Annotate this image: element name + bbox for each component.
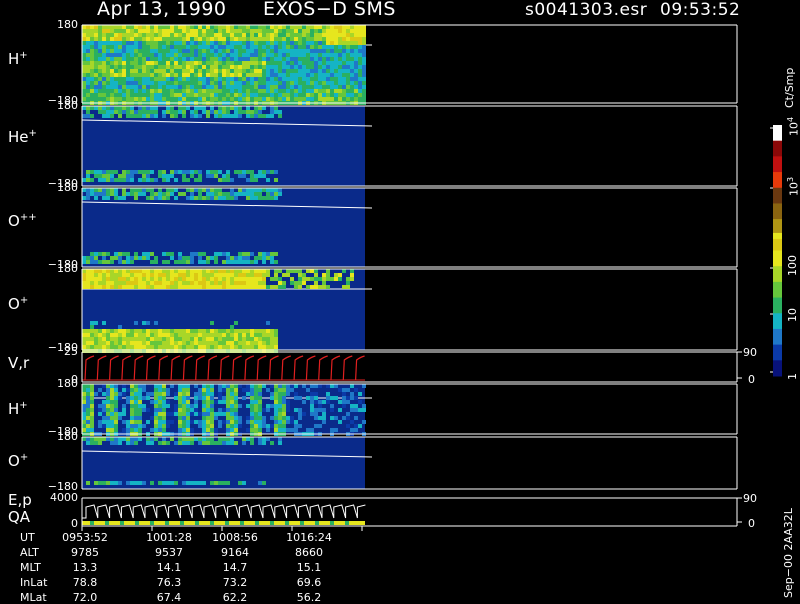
- y-tick-top: 180: [57, 18, 78, 31]
- colorbar-segment: [773, 313, 782, 330]
- ephemeris-value: 13.3: [72, 561, 98, 574]
- colorbar-segment: [773, 219, 782, 236]
- right-tick-bottom: 0: [748, 373, 755, 386]
- colorbar-segment: [773, 281, 782, 299]
- spectrogram-plot: [81, 24, 782, 531]
- right-tick-top: 90: [743, 492, 757, 505]
- panel-label: O+: [8, 452, 28, 470]
- ephemeris-value: 73.2: [222, 576, 248, 589]
- colorbar-segment: [773, 250, 782, 267]
- colorbar-segment: [773, 328, 782, 346]
- y-tick-top: 180: [57, 99, 78, 112]
- panel-label-species: O: [8, 212, 20, 230]
- panel-label: O+: [8, 295, 28, 313]
- ephemeris-value: 9164: [221, 546, 249, 559]
- velocity-trace: [84, 355, 365, 381]
- panel-label-charge: +: [19, 295, 29, 306]
- colorbar-tick: 10: [786, 308, 799, 322]
- panel-label-charge: +: [19, 50, 28, 61]
- panel-label-charge: +: [28, 128, 37, 139]
- colorbar-tick-exponent: 4: [786, 116, 795, 122]
- colorbar-segment: [773, 187, 782, 204]
- colorbar-segment: [773, 232, 782, 239]
- quality-bar: [82, 521, 365, 525]
- colorbar-segment: [773, 140, 782, 157]
- colorbar-segment: [773, 297, 782, 314]
- ephemeris-value: 1008:56: [212, 531, 258, 544]
- panel-label-species: H: [8, 400, 20, 418]
- panel-label: He+: [8, 128, 37, 146]
- footer-note: Sep−00 2AA32L: [782, 508, 795, 598]
- colorbar-segment: [773, 125, 782, 142]
- panel-label-species: H: [8, 50, 20, 68]
- ephemeris-value: 8660: [295, 546, 323, 559]
- panel-label-species: He: [8, 128, 29, 146]
- panel-label: H+: [8, 50, 28, 68]
- ephemeris-value: 9785: [71, 546, 99, 559]
- colorbar-segment: [773, 344, 782, 361]
- ephemeris-value: 1001:28: [146, 531, 192, 544]
- panel-label-charge: ++: [19, 212, 37, 223]
- colorbar-tick-base: 10: [787, 182, 800, 196]
- y-tick-top: 4000: [50, 491, 78, 504]
- colorbar-segment: [773, 266, 782, 283]
- ephemeris-value: 14.1: [156, 561, 182, 574]
- colorbar-tick-base: 1: [786, 373, 799, 380]
- y-tick-bottom: 0: [71, 517, 78, 530]
- colorbar-tick-exponent: 3: [786, 176, 795, 182]
- ephemeris-value: 69.6: [296, 576, 322, 589]
- right-tick-bottom: 0: [748, 517, 755, 530]
- ephemeris-row-label: ALT: [20, 546, 39, 559]
- colorbar-segment: [773, 156, 782, 173]
- ephemeris-value: 14.7: [222, 561, 248, 574]
- y-tick-top: 25: [64, 345, 78, 358]
- colorbar-tick: 1: [786, 373, 799, 380]
- panel-label-species: O: [8, 295, 20, 313]
- colorbar: [770, 125, 782, 377]
- ephemeris-value: 62.2: [222, 591, 248, 604]
- ephemeris-row-label: MLT: [20, 561, 41, 574]
- panel-label-species: O: [8, 452, 20, 470]
- panel-label: H+: [8, 400, 28, 418]
- right-tick-top: 90: [743, 346, 757, 359]
- ephemeris-row-label: InLat: [20, 576, 48, 589]
- colorbar-tick-base: 100: [786, 255, 799, 276]
- y-tick-top: 180: [57, 181, 78, 194]
- ephemeris-value: 56.2: [296, 591, 322, 604]
- panel-label: O++: [8, 212, 37, 230]
- panel-8: [82, 504, 366, 525]
- panel-label-charge: +: [19, 452, 29, 463]
- ephemeris-value: 72.0: [72, 591, 98, 604]
- panels-layer: [81, 25, 373, 525]
- colorbar-tick: 100: [786, 255, 799, 276]
- colorbar-segment: [773, 203, 782, 220]
- y-tick-top: 180: [57, 262, 78, 275]
- colorbar-tick: 104: [786, 117, 800, 136]
- panel-5: [82, 355, 365, 381]
- panel-label-charge: +: [19, 400, 28, 411]
- colorbar-tick-base: 10: [787, 122, 800, 136]
- ephemeris-value: 15.1: [296, 561, 322, 574]
- energy-trace: [82, 504, 366, 519]
- ephemeris-row-label: UT: [20, 531, 35, 544]
- colorbar-segment: [773, 172, 782, 189]
- ephemeris-value: 67.4: [156, 591, 182, 604]
- y-tick-top: 180: [57, 377, 78, 390]
- ephemeris-value: 76.3: [156, 576, 182, 589]
- colorbar-unit: Ct/Smp: [783, 67, 796, 108]
- ephemeris-row-label: MLat: [20, 591, 47, 604]
- ephemeris-value: 9537: [155, 546, 183, 559]
- y-tick-top: 180: [57, 430, 78, 443]
- colorbar-tick-base: 10: [786, 308, 799, 322]
- colorbar-tick: 103: [786, 177, 800, 196]
- ephemeris-value: 78.8: [72, 576, 98, 589]
- ephemeris-value: 1016:24: [286, 531, 332, 544]
- colorbar-segment: [773, 360, 782, 377]
- ephemeris-value: 0953:52: [62, 531, 108, 544]
